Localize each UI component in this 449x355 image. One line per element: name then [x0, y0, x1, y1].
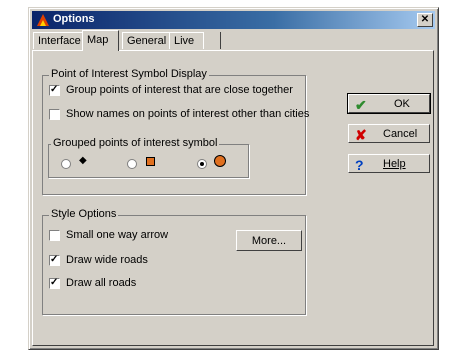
wide-roads-checkbox[interactable]: ✓ [49, 253, 60, 266]
tab-live[interactable]: Live [169, 32, 204, 49]
window-title: Options [53, 13, 95, 25]
check-icon: ✓ [50, 83, 59, 95]
tab-strip-filler [203, 32, 221, 49]
app-icon [37, 14, 49, 26]
map-tab-panel: Point of Interest Symbol Display ✓ Group… [32, 50, 434, 346]
check-icon: ✓ [50, 253, 59, 265]
one-way-label: Small one way arrow [66, 229, 169, 241]
style-group-title: Style Options [49, 208, 119, 220]
group-close-checkbox[interactable]: ✓ [49, 83, 60, 96]
grouped-symbol-group: Grouped points of interest symbol ◆ [48, 137, 249, 178]
one-way-checkbox[interactable] [49, 229, 60, 241]
close-button[interactable]: ✕ [417, 13, 433, 27]
symbol-radio-3[interactable] [197, 159, 207, 169]
show-names-checkbox[interactable] [49, 108, 60, 120]
cancel-button[interactable]: ✘ Cancel [348, 124, 430, 143]
check-icon: ✓ [50, 276, 59, 288]
show-names-label: Show names on points of interest other t… [66, 108, 310, 120]
help-button[interactable]: ? Help [348, 154, 430, 173]
show-names-checkbox-row[interactable]: Show names on points of interest other t… [49, 108, 309, 120]
cancel-label: Cancel [383, 128, 418, 140]
close-icon: ✕ [420, 14, 430, 25]
ok-button[interactable]: ✔ OK [347, 93, 431, 114]
all-roads-checkbox[interactable]: ✓ [49, 276, 60, 289]
tab-general[interactable]: General [122, 32, 170, 49]
tab-interface[interactable]: Interface [33, 32, 83, 49]
x-icon: ✘ [355, 127, 367, 143]
grouped-symbol-title: Grouped points of interest symbol [51, 137, 220, 149]
symbol-radio-1[interactable] [61, 159, 71, 169]
help-label: Help [383, 158, 406, 170]
ok-label: OK [394, 98, 410, 110]
group-close-label: Group points of interest that are close … [66, 84, 293, 96]
symbol-radio-2[interactable] [127, 159, 137, 169]
all-roads-checkbox-row[interactable]: ✓ Draw all roads [49, 277, 136, 289]
wide-roads-checkbox-row[interactable]: ✓ Draw wide roads [49, 254, 148, 266]
more-button[interactable]: More... [236, 230, 302, 251]
options-dialog: Options ✕ Interface Map General Live Poi… [28, 7, 439, 350]
style-options-group: Style Options Small one way arrow ✓ Draw… [42, 208, 306, 315]
diamond-symbol-icon: ◆ [79, 155, 87, 166]
tab-map[interactable]: Map [82, 30, 119, 51]
wide-roads-label: Draw wide roads [66, 254, 148, 266]
group-close-checkbox-row[interactable]: ✓ Group points of interest that are clos… [49, 84, 293, 96]
title-bar[interactable]: Options ✕ [32, 11, 435, 29]
all-roads-label: Draw all roads [66, 277, 137, 289]
one-way-checkbox-row[interactable]: Small one way arrow [49, 229, 168, 241]
question-mark-icon: ? [355, 157, 364, 173]
checkmark-icon: ✔ [355, 97, 367, 113]
square-symbol-icon [146, 157, 155, 166]
poi-symbol-group: Point of Interest Symbol Display ✓ Group… [42, 68, 309, 195]
poi-group-title: Point of Interest Symbol Display [49, 68, 209, 80]
circle-symbol-icon [214, 155, 226, 167]
